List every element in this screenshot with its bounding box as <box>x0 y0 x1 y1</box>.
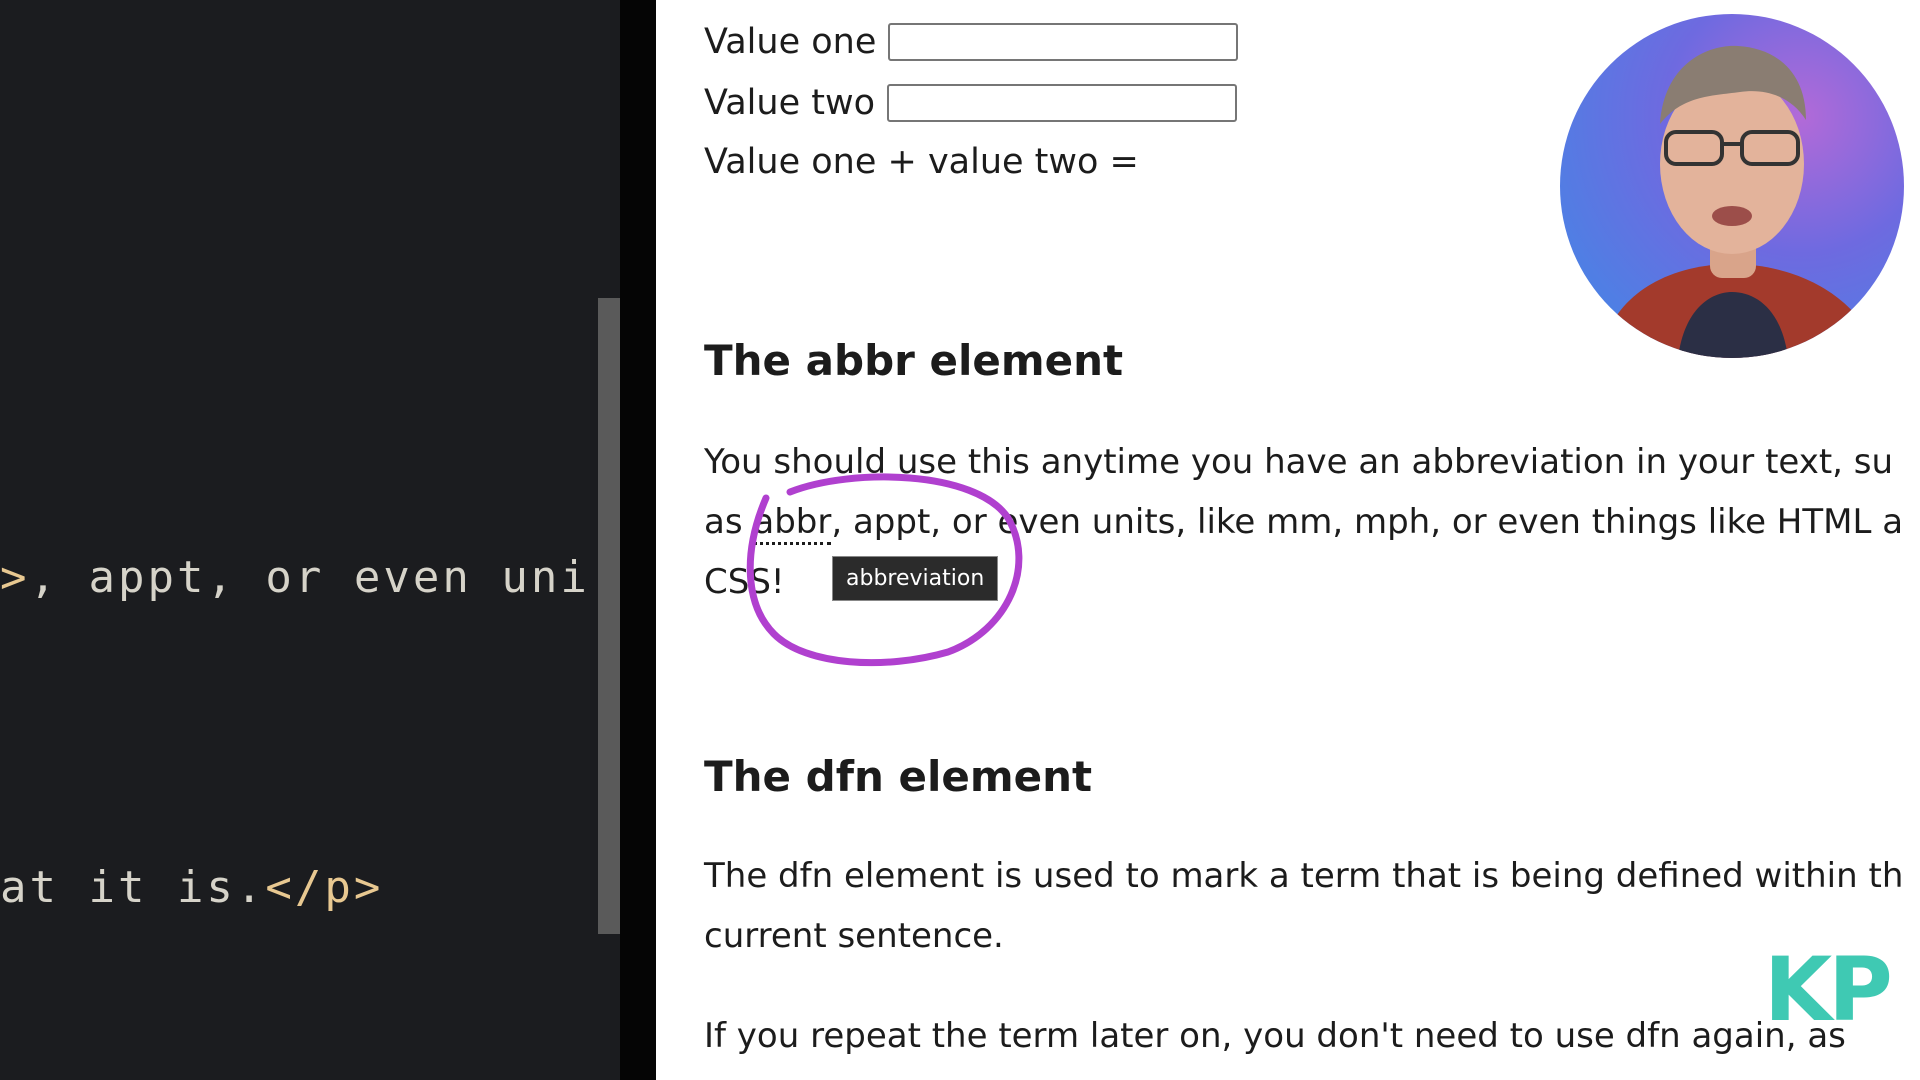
paragraph-line: You should use this anytime you have an … <box>704 442 1894 482</box>
browser-page: Value one Value two Value one + value tw… <box>656 0 1920 1080</box>
value-two-input[interactable] <box>887 84 1238 122</box>
abbr-tooltip: abbreviation <box>832 556 999 601</box>
code-line: >, appt, or even uni <box>0 552 590 603</box>
value-one-input[interactable] <box>888 23 1239 61</box>
abbr-section-heading: The abbr element <box>704 336 1124 385</box>
paragraph-text: , appt, or even units, like mm, mph, or … <box>831 502 1904 542</box>
code-line: at it is.</p> <box>0 862 383 913</box>
abbr-term[interactable]: abbr <box>753 502 832 545</box>
kp-logo: KP <box>1764 938 1893 1041</box>
code-text: at it is. <box>0 862 266 913</box>
pane-divider <box>620 0 656 1080</box>
paragraph-line: The dfn element is used to mark a term t… <box>704 856 1904 896</box>
sum-output: Value one + value two = <box>704 142 1139 182</box>
code-text: , appt, or even uni <box>29 552 590 603</box>
paragraph-text: as <box>704 502 754 542</box>
presenter-webcam-avatar <box>1560 14 1904 358</box>
value-one-row: Value one <box>704 22 1239 62</box>
code-editor[interactable]: >, appt, or even uni at it is.</p> <box>0 0 620 1080</box>
paragraph-line: as abbr, appt, or even units, like mm, m… <box>704 492 1903 552</box>
value-two-row: Value two <box>704 83 1238 123</box>
presenter-illustration <box>1600 45 1880 358</box>
dfn-section-heading: The dfn element <box>704 752 1093 801</box>
code-tag: </p> <box>265 862 384 913</box>
value-two-label: Value two <box>704 83 876 123</box>
code-tag: > <box>0 552 30 603</box>
editor-scrollbar[interactable] <box>598 298 620 934</box>
value-one-label: Value one <box>704 22 877 62</box>
paragraph-line: current sentence. <box>704 916 1004 956</box>
dfn-paragraph-2: If you repeat the term later on, you don… <box>704 1016 1846 1056</box>
dfn-paragraph: The dfn element is used to mark a term t… <box>704 846 1903 966</box>
